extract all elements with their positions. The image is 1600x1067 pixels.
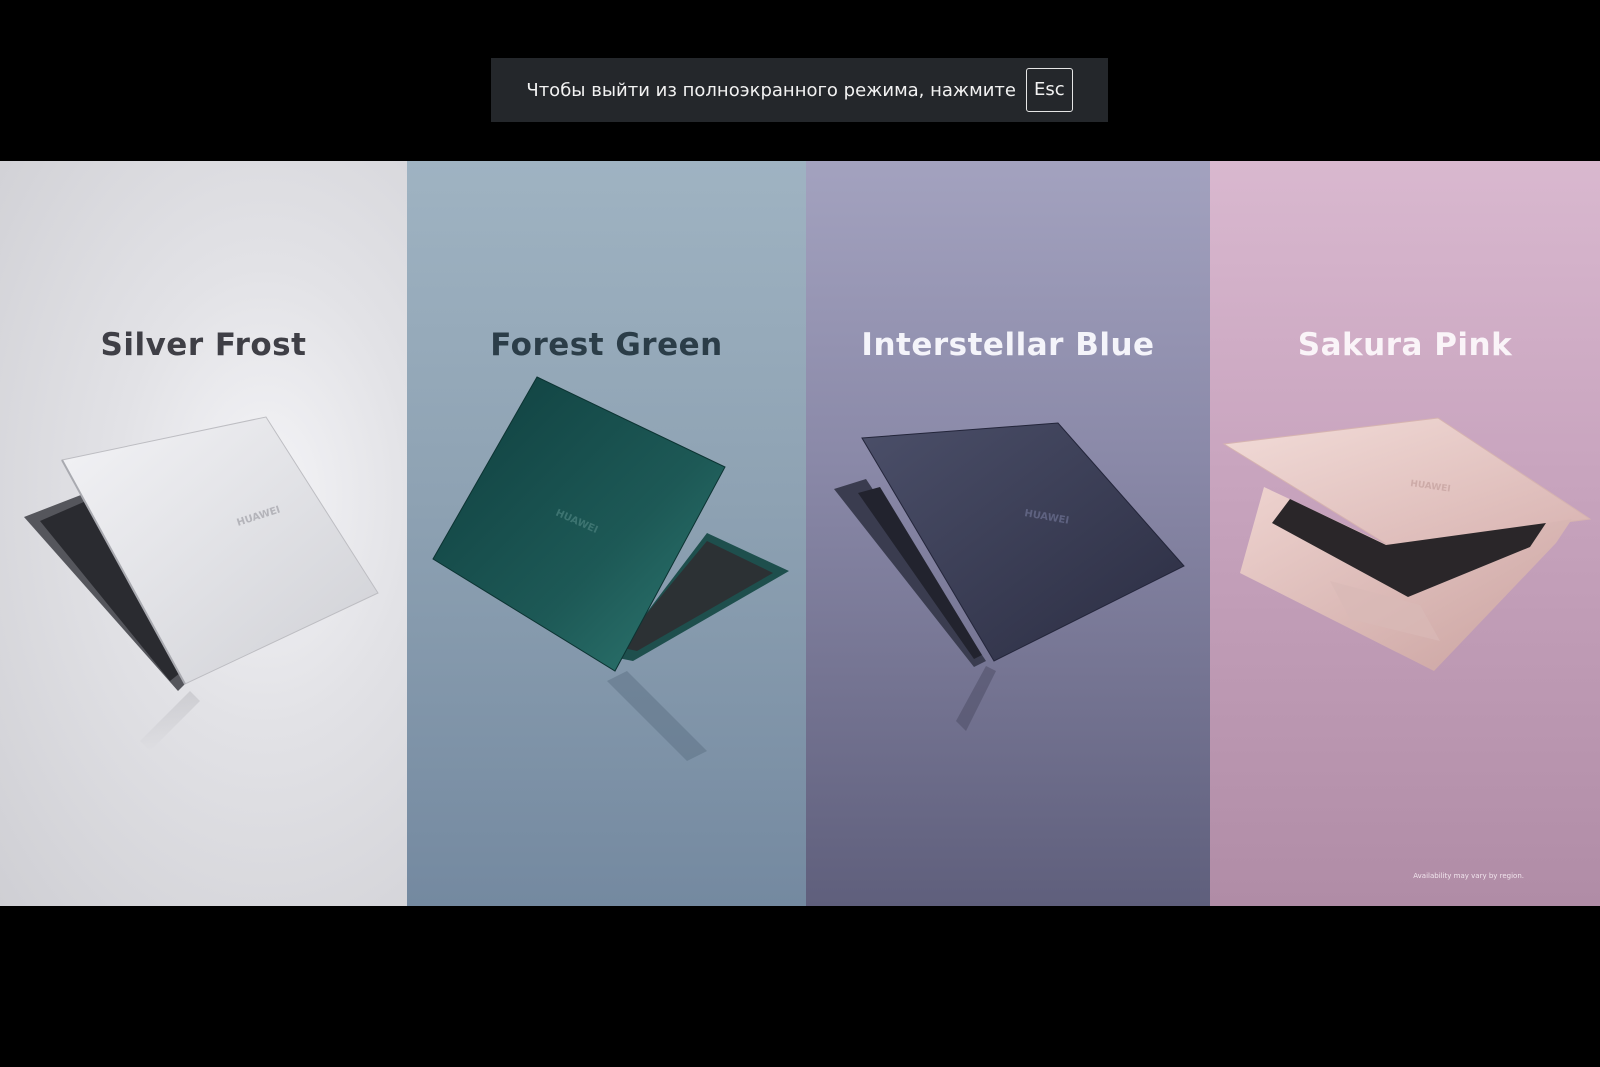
fullscreen-exit-notice: Чтобы выйти из полноэкранного режима, на… xyxy=(491,58,1108,122)
panel-forest-green: Forest Green HUAWEI xyxy=(407,161,806,906)
laptop-forest-green-image: HUAWEI xyxy=(432,376,789,761)
fullscreen-notice-text: Чтобы выйти из полноэкранного режима, на… xyxy=(526,79,1016,101)
video-frame[interactable]: Silver Frost HUAWEI Forest Green HUAWEI … xyxy=(0,161,1600,906)
esc-key-hint: Esc xyxy=(1025,68,1073,112)
availability-disclaimer: Availability may vary by region. xyxy=(1413,872,1524,880)
panel-silver-frost: Silver Frost HUAWEI xyxy=(0,161,407,906)
panel-sakura-pink: Sakura Pink HUAWEI Availability may vary… xyxy=(1210,161,1600,906)
panel-interstellar-blue: Interstellar Blue HUAWEI xyxy=(806,161,1210,906)
laptop-silver-frost-image: HUAWEI xyxy=(24,416,379,751)
laptop-sakura-pink-image: HUAWEI xyxy=(1222,417,1592,671)
laptop-interstellar-blue-image: HUAWEI xyxy=(834,422,1185,731)
